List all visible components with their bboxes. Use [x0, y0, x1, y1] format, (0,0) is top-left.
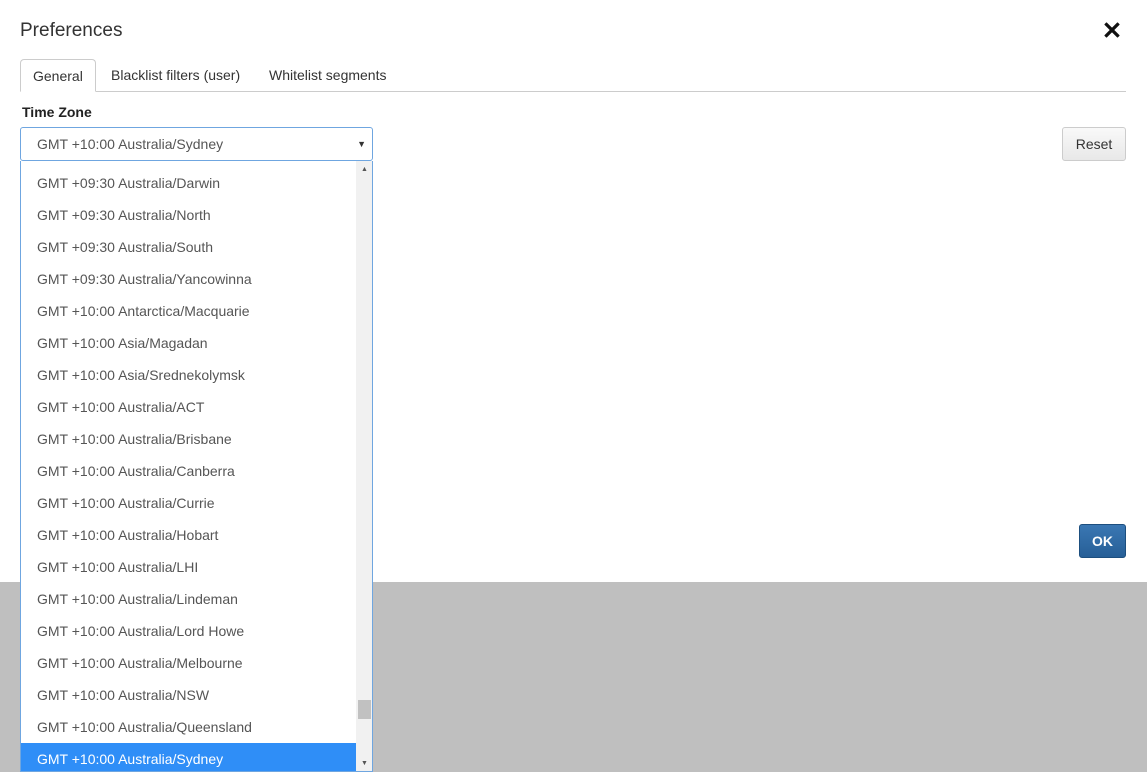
tab-general[interactable]: General: [20, 59, 96, 92]
close-x-icon: [1104, 22, 1120, 38]
time-zone-option[interactable]: GMT +09:30 Australia/Darwin: [21, 167, 356, 199]
scrollbar-thumb[interactable]: [358, 700, 371, 719]
time-zone-dropdown-list: GMT +09:30 Australia/Darwin GMT +09:30 A…: [20, 161, 373, 772]
time-zone-select[interactable]: GMT +10:00 Australia/Sydney ▼: [20, 127, 373, 161]
reset-button[interactable]: Reset: [1062, 127, 1126, 161]
time-zone-option[interactable]: GMT +10:00 Australia/ACT: [21, 391, 356, 423]
scroll-down-arrow-icon[interactable]: ▼: [356, 755, 372, 771]
time-zone-option[interactable]: GMT +10:00 Australia/Brisbane: [21, 423, 356, 455]
time-zone-option[interactable]: GMT +10:00 Australia/Canberra: [21, 455, 356, 487]
tab-blacklist-filters-user[interactable]: Blacklist filters (user): [99, 59, 252, 91]
dropdown-arrow-icon: ▼: [357, 139, 366, 149]
time-zone-option[interactable]: GMT +10:00 Australia/Lord Howe: [21, 615, 356, 647]
time-zone-options: GMT +09:30 Australia/Darwin GMT +09:30 A…: [21, 167, 356, 771]
time-zone-option[interactable]: GMT +10:00 Asia/Srednekolymsk: [21, 359, 356, 391]
time-zone-option[interactable]: GMT +10:00 Australia/Lindeman: [21, 583, 356, 615]
time-zone-option[interactable]: GMT +10:00 Asia/Magadan: [21, 327, 356, 359]
time-zone-option[interactable]: GMT +10:00 Australia/NSW: [21, 679, 356, 711]
dialog-title: Preferences: [20, 20, 123, 41]
close-button[interactable]: [1100, 18, 1124, 42]
time-zone-selected-value: GMT +10:00 Australia/Sydney: [37, 136, 224, 152]
dropdown-scrollbar[interactable]: ▲ ▼: [356, 161, 372, 771]
time-zone-option[interactable]: GMT +10:00 Australia/Hobart: [21, 519, 356, 551]
time-zone-option[interactable]: GMT +10:00 Antarctica/Macquarie: [21, 295, 356, 327]
time-zone-option[interactable]: GMT +10:00 Australia/LHI: [21, 551, 356, 583]
time-zone-option[interactable]: GMT +09:30 Australia/Yancowinna: [21, 263, 356, 295]
time-zone-option[interactable]: GMT +10:00 Australia/Currie: [21, 487, 356, 519]
tab-bar: General Blacklist filters (user) Whiteli…: [20, 59, 1126, 92]
time-zone-label: Time Zone: [22, 104, 92, 120]
time-zone-option[interactable]: GMT +10:00 Australia/Queensland: [21, 711, 356, 743]
time-zone-option-selected[interactable]: GMT +10:00 Australia/Sydney: [21, 743, 356, 771]
ok-button[interactable]: OK: [1079, 524, 1126, 558]
time-zone-option[interactable]: GMT +09:30 Australia/North: [21, 199, 356, 231]
time-zone-option[interactable]: GMT +10:00 Australia/Melbourne: [21, 647, 356, 679]
time-zone-option[interactable]: GMT +09:30 Australia/South: [21, 231, 356, 263]
scroll-up-arrow-icon[interactable]: ▲: [356, 161, 372, 178]
tab-whitelist-segments[interactable]: Whitelist segments: [257, 59, 398, 91]
